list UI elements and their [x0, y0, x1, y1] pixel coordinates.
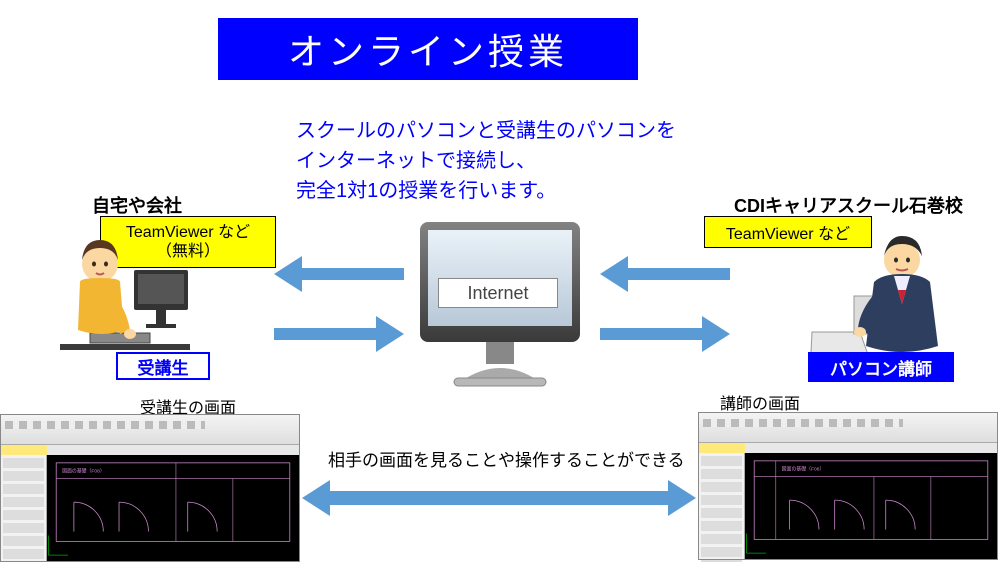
location-label-right: CDIキャリアスクール石巻校	[734, 192, 963, 218]
subtitle: スクールのパソコンと受講生のパソコンを インターネットで接続し、 完全1対1の授…	[296, 116, 676, 206]
arrow-teacher-to-internet	[600, 256, 730, 292]
title-banner: オンライン授業	[218, 18, 638, 80]
arrow-internet-to-student	[274, 256, 404, 292]
arrow-student-to-internet	[274, 316, 404, 352]
internet-label: Internet	[438, 278, 558, 308]
svg-text:図面の基礎（F08）: 図面の基礎（F08）	[62, 468, 105, 475]
teacher-role-label: パソコン講師	[808, 352, 954, 382]
arrow-internet-to-teacher	[600, 316, 730, 352]
student-screen-thumbnail: 図面の基礎（F08）	[0, 414, 300, 562]
bottom-description: 相手の画面を見ることや操作することができる	[328, 446, 685, 471]
double-arrow-screens	[302, 478, 696, 518]
subtitle-line2: インターネットで接続し、	[296, 150, 536, 172]
student-role-label: 受講生	[116, 352, 210, 380]
subtitle-line1: スクールのパソコンと受講生のパソコンを	[296, 120, 676, 142]
subtitle-line3: 完全1対1の授業を行います。	[296, 180, 556, 202]
teacher-screen-caption: 講師の画面	[720, 390, 800, 414]
location-label-left: 自宅や会社	[92, 192, 182, 218]
teacher-screen-thumbnail: 図面の基礎（F08）	[698, 412, 998, 560]
svg-text:図面の基礎（F08）: 図面の基礎（F08）	[782, 466, 825, 473]
title-text: オンライン授業	[288, 23, 568, 75]
